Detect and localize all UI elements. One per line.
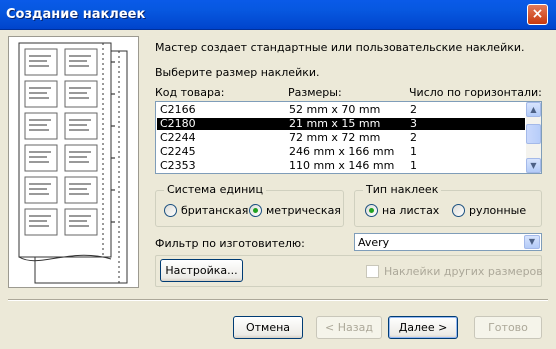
list-item[interactable]: C2244 72 mm x 72 mm 2	[157, 132, 525, 144]
list-item[interactable]: C2166 52 mm x 70 mm 2	[157, 104, 525, 116]
radio-metric-label: метрическая	[266, 204, 341, 217]
list-scrollbar[interactable]: ▲ ▼	[526, 102, 541, 173]
list-item-selected[interactable]: C2180 21 mm x 15 mm 3	[157, 118, 525, 130]
list-item[interactable]: C2353 110 mm x 146 mm 1	[157, 160, 525, 172]
dimensions: 52 mm x 70 mm	[289, 103, 381, 116]
custom-size-checkbox[interactable]: Наклейки других размеров	[366, 265, 543, 278]
header-dimensions: Размеры:	[288, 86, 342, 99]
label-wizard-window: Создание наклеек × Мастер создает станда…	[0, 0, 556, 349]
label-type-group: Тип наклеек на листах рулонные	[354, 183, 542, 227]
label-sheets-icon	[18, 42, 128, 284]
setup-button[interactable]: Настройка...	[160, 259, 243, 282]
chevron-down-icon[interactable]: ▼	[524, 235, 540, 249]
label-type-group-title: Тип наклеек	[363, 183, 442, 196]
across-count: 2	[410, 131, 417, 144]
dimensions: 72 mm x 72 mm	[289, 131, 381, 144]
intro-text: Мастер создает стандартные или пользоват…	[155, 41, 525, 54]
product-code: C2353	[160, 159, 196, 172]
dimensions: 110 mm x 146 mm	[289, 159, 395, 172]
radio-metric[interactable]: метрическая	[249, 204, 341, 217]
window-title: Создание наклеек	[6, 7, 146, 22]
units-group: Система единиц британская метрическая	[155, 183, 344, 227]
radio-roll[interactable]: рулонные	[452, 204, 526, 217]
radio-circle-icon	[452, 204, 465, 217]
dimensions: 246 mm x 166 mm	[289, 145, 395, 158]
across-count: 3	[410, 117, 417, 130]
scroll-thumb[interactable]	[526, 124, 541, 144]
across-count: 2	[410, 103, 417, 116]
across-count: 1	[410, 159, 417, 172]
radio-sheets[interactable]: на листах	[365, 204, 439, 217]
across-count: 1	[410, 145, 417, 158]
close-button[interactable]: ×	[527, 4, 548, 25]
product-code: C2244	[160, 131, 196, 144]
scroll-down-button[interactable]: ▼	[526, 158, 541, 173]
footer-separator	[8, 299, 548, 301]
manufacturer-value: Avery	[358, 236, 390, 249]
choose-size-text: Выберите размер наклейки.	[155, 66, 320, 79]
radio-imperial-label: британская	[181, 204, 249, 217]
next-button[interactable]: Далее >	[388, 316, 458, 339]
radio-circle-icon	[164, 204, 177, 217]
cancel-button[interactable]: Отмена	[233, 316, 303, 339]
units-group-title: Система единиц	[164, 183, 266, 196]
title-bar[interactable]: Создание наклеек ×	[0, 0, 556, 30]
custom-size-label: Наклейки других размеров	[384, 265, 543, 278]
radio-checked-icon	[249, 204, 262, 217]
label-sheets-illustration	[8, 36, 139, 288]
manufacturer-dropdown[interactable]: Avery ▼	[354, 233, 542, 251]
product-code: C2166	[160, 103, 196, 116]
finish-button[interactable]: Готово	[474, 316, 542, 339]
header-product-code: Код товара:	[155, 86, 225, 99]
checkbox-icon	[366, 265, 379, 278]
product-code: C2180	[160, 117, 196, 130]
radio-roll-label: рулонные	[469, 204, 527, 217]
list-item[interactable]: C2245 246 mm x 166 mm 1	[157, 146, 525, 158]
dimensions: 21 mm x 15 mm	[289, 117, 381, 130]
close-icon: ×	[531, 6, 544, 22]
radio-checked-icon	[365, 204, 378, 217]
label-size-list[interactable]: C2166 52 mm x 70 mm 2 C2180 21 mm x 15 m…	[155, 101, 542, 174]
header-across-count: Число по горизонтали:	[409, 86, 542, 99]
filter-label: Фильтр по изготовителю:	[155, 237, 305, 250]
back-button[interactable]: < Назад	[316, 316, 382, 339]
radio-sheets-label: на листах	[382, 204, 440, 217]
scroll-up-button[interactable]: ▲	[526, 102, 541, 117]
product-code: C2245	[160, 145, 196, 158]
radio-imperial[interactable]: британская	[164, 204, 248, 217]
